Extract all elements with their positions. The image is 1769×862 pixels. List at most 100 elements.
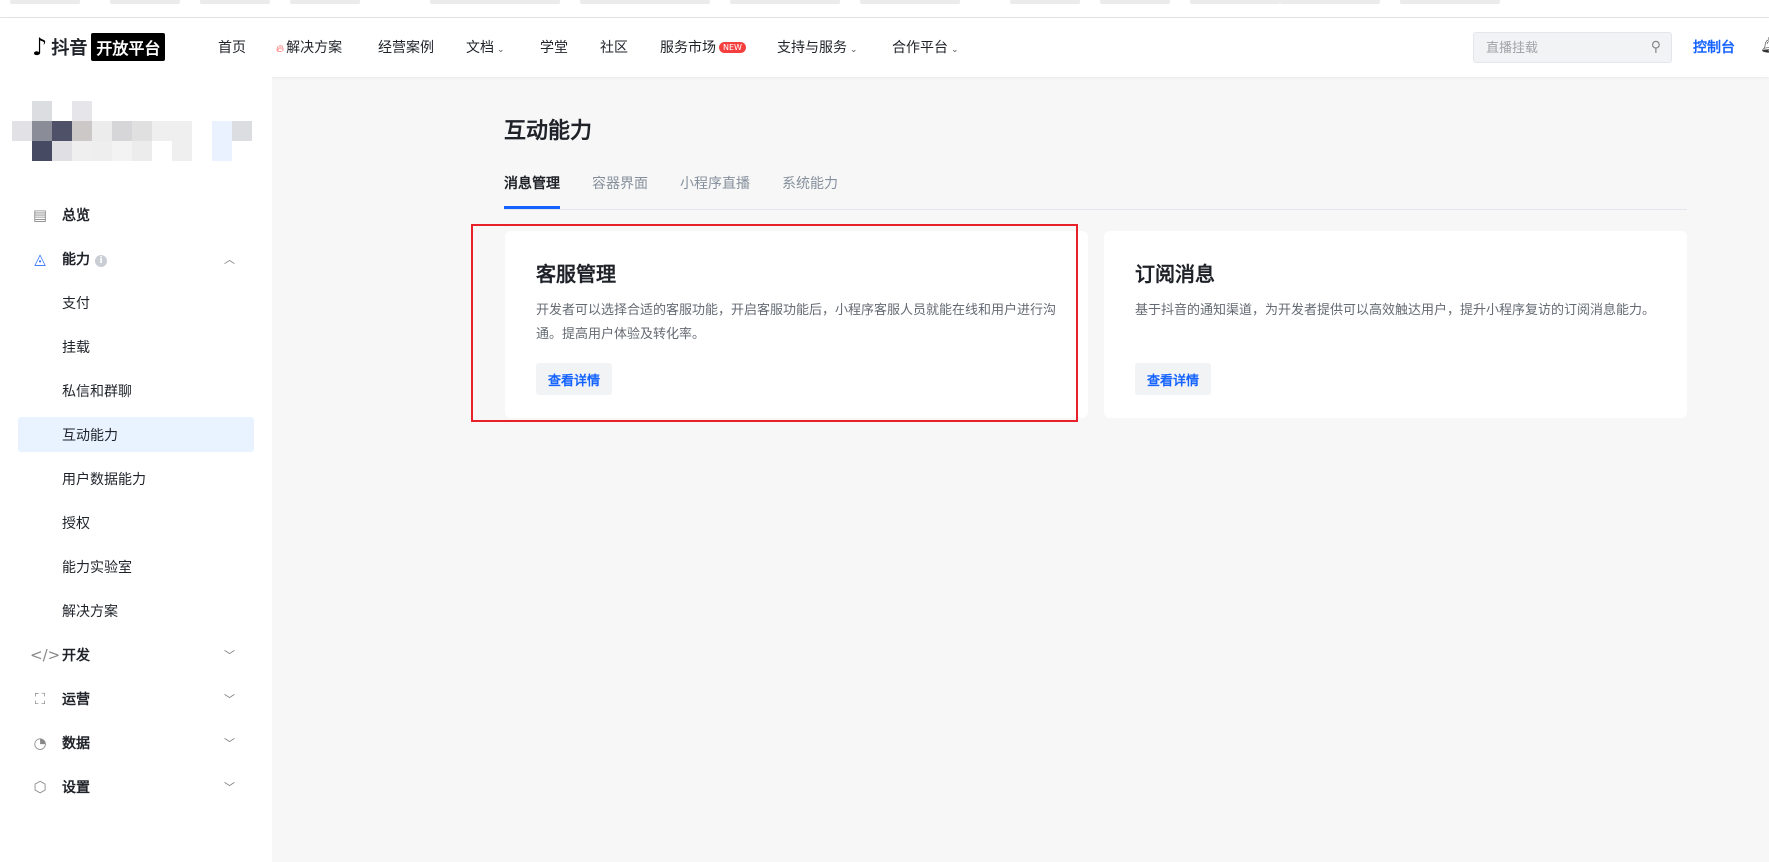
tab-container-ui[interactable]: 容器界面 bbox=[592, 173, 648, 193]
bookmark[interactable] bbox=[200, 0, 270, 4]
bookmark[interactable] bbox=[1100, 0, 1170, 4]
sidebar-item-messaging[interactable]: 私信和群聊 bbox=[18, 373, 254, 408]
search-icon[interactable]: ⚲ bbox=[1651, 39, 1661, 55]
nav-cases[interactable]: 经营案例 bbox=[378, 37, 434, 57]
logo-platform: 开放平台 bbox=[91, 33, 166, 61]
card-title: 订阅消息 bbox=[1135, 262, 1215, 286]
nav-market[interactable]: 服务市场 NEW bbox=[660, 37, 746, 57]
sidebar-item-solutions[interactable]: 解决方案 bbox=[18, 593, 254, 628]
sidebar-item-interaction[interactable]: 互动能力 bbox=[18, 417, 254, 452]
sidebar-item-operations[interactable]: ⛶ 运营 ﹀ bbox=[18, 681, 254, 716]
info-icon[interactable]: i bbox=[95, 254, 107, 267]
sidebar-item-label: 数据 bbox=[62, 735, 90, 752]
sidebar-item-label: 授权 bbox=[62, 515, 90, 532]
settings-icon: ⬡ bbox=[33, 777, 47, 796]
sidebar-item-label: 能力实验室 bbox=[62, 559, 132, 576]
top-header: ♪ 抖音 开放平台 首页 🔥︎ 解决方案 经营案例 文档 ⌄ 学堂 社区 服务市场 N… bbox=[0, 18, 1769, 77]
bell-icon[interactable]: 🔔︎ bbox=[1760, 35, 1769, 54]
tab-system-capability[interactable]: 系统能力 bbox=[782, 173, 838, 193]
card-title: 客服管理 bbox=[536, 262, 616, 286]
sidebar-item-authorization[interactable]: 授权 bbox=[18, 505, 254, 540]
card-description: 基于抖音的通知渠道，为开发者提供可以高效触达用户，提升小程序复访的订阅消息能力。 bbox=[1135, 303, 1656, 318]
sidebar-item-label: 运营 bbox=[62, 691, 90, 708]
console-link[interactable]: 控制台 bbox=[1693, 37, 1735, 57]
tab-bar: 消息管理 容器界面 小程序直播 系统能力 bbox=[504, 170, 1687, 210]
bookmark[interactable] bbox=[1190, 0, 1280, 4]
account-avatar-blurred bbox=[12, 101, 252, 161]
view-details-button[interactable]: 查看详情 bbox=[1135, 363, 1212, 395]
sidebar-item-payment[interactable]: 支付 bbox=[18, 285, 254, 320]
bookmark[interactable] bbox=[860, 0, 960, 4]
overview-icon: ▤ bbox=[32, 205, 48, 224]
nav-label: 学堂 bbox=[540, 40, 568, 56]
chevron-down-icon[interactable]: ﹀ bbox=[224, 647, 235, 663]
chevron-down-icon: ⌄ bbox=[497, 45, 505, 55]
nav-label: 支持与服务 bbox=[777, 40, 847, 56]
bookmark[interactable] bbox=[1280, 0, 1380, 4]
search-input[interactable] bbox=[1474, 33, 1634, 62]
nav-label: 经营案例 bbox=[378, 40, 434, 56]
bookmarks-bar bbox=[0, 0, 1769, 18]
sidebar-item-overview[interactable]: ▤ 总览 bbox=[18, 197, 254, 232]
sidebar: ▤ 总览 ◬ 能力 i ︿ 支付 挂载 私信和群聊 互动能力 用户数据能力 授权 能力实… bbox=[0, 77, 272, 862]
nav-label: 首页 bbox=[218, 40, 246, 56]
bookmark[interactable] bbox=[290, 0, 360, 4]
nav-community[interactable]: 社区 bbox=[600, 37, 628, 57]
chevron-down-icon[interactable]: ﹀ bbox=[224, 735, 235, 751]
nav-label: 服务市场 bbox=[660, 40, 716, 56]
sidebar-item-settings[interactable]: ⬡ 设置 ﹀ bbox=[18, 769, 254, 804]
bookmark[interactable] bbox=[10, 0, 80, 4]
page-title: 互动能力 bbox=[504, 119, 593, 144]
nav-support[interactable]: 支持与服务 ⌄ bbox=[777, 37, 858, 57]
bookmark[interactable] bbox=[110, 0, 180, 4]
nav-label: 解决方案 bbox=[286, 40, 343, 56]
sidebar-item-mount[interactable]: 挂载 bbox=[18, 329, 254, 364]
sidebar-item-label: 支付 bbox=[62, 295, 90, 312]
bookmark[interactable] bbox=[580, 0, 710, 4]
card-subscription-message: 订阅消息 基于抖音的通知渠道，为开发者提供可以高效触达用户，提升小程序复访的订阅… bbox=[1104, 231, 1687, 418]
nav-partner[interactable]: 合作平台 ⌄ bbox=[892, 37, 959, 57]
bookmark[interactable] bbox=[1400, 0, 1500, 4]
sidebar-item-label: 解决方案 bbox=[62, 603, 118, 620]
capability-icon: ◬ bbox=[34, 249, 46, 268]
pie-chart-icon: ◔ bbox=[33, 733, 47, 752]
chevron-up-icon[interactable]: ︿ bbox=[224, 251, 235, 267]
bookmark[interactable] bbox=[730, 0, 840, 4]
search-box: ⚲ bbox=[1473, 32, 1672, 63]
bookmark[interactable] bbox=[1010, 0, 1080, 4]
label-text: 能力 bbox=[62, 251, 90, 268]
card-customer-service: 客服管理 开发者可以选择合适的客服功能，开启客服功能后，小程序客服人员就能在线和… bbox=[505, 231, 1088, 418]
sidebar-item-label: 能力 i bbox=[62, 249, 107, 269]
view-details-button[interactable]: 查看详情 bbox=[536, 363, 613, 395]
nav-label: 社区 bbox=[600, 40, 628, 56]
bookmark[interactable] bbox=[430, 0, 560, 4]
fire-icon: 🔥︎ bbox=[276, 42, 285, 55]
sidebar-item-label: 私信和群聊 bbox=[62, 383, 132, 400]
nav-solutions[interactable]: 🔥︎ 解决方案 bbox=[276, 37, 342, 57]
sidebar-item-label: 设置 bbox=[62, 779, 90, 796]
chevron-down-icon[interactable]: ﹀ bbox=[224, 691, 235, 707]
sidebar-item-capability[interactable]: ◬ 能力 i ︿ bbox=[18, 241, 254, 276]
chevron-down-icon[interactable]: ﹀ bbox=[224, 779, 235, 795]
sidebar-item-lab[interactable]: 能力实验室 bbox=[18, 549, 254, 584]
chevron-down-icon: ⌄ bbox=[850, 45, 858, 55]
chevron-down-icon: ⌄ bbox=[951, 45, 959, 55]
sidebar-item-label: 挂载 bbox=[62, 339, 90, 356]
sidebar-item-develop[interactable]: </> 开发 ﹀ bbox=[18, 637, 254, 672]
code-icon: </> bbox=[30, 645, 61, 664]
nav-docs[interactable]: 文档 ⌄ bbox=[466, 37, 505, 57]
sidebar-item-label: 互动能力 bbox=[62, 427, 118, 444]
sidebar-item-user-data[interactable]: 用户数据能力 bbox=[18, 461, 254, 496]
nav-label: 文档 bbox=[466, 40, 494, 56]
logo[interactable]: ♪ 抖音 开放平台 bbox=[32, 33, 166, 61]
nav-label: 合作平台 bbox=[892, 40, 948, 56]
sidebar-item-data[interactable]: ◔ 数据 ﹀ bbox=[18, 725, 254, 760]
nav-academy[interactable]: 学堂 bbox=[540, 37, 568, 57]
tab-mini-program-live[interactable]: 小程序直播 bbox=[680, 173, 750, 193]
sidebar-item-label: 总览 bbox=[62, 207, 90, 224]
logo-brand: 抖音 bbox=[51, 38, 88, 59]
tab-message-management[interactable]: 消息管理 bbox=[504, 173, 560, 209]
sidebar-item-label: 开发 bbox=[62, 647, 90, 664]
nav-home[interactable]: 首页 bbox=[218, 37, 246, 57]
card-description: 开发者可以选择合适的客服功能，开启客服功能后，小程序客服人员就能在线和用户进行沟… bbox=[536, 303, 1057, 342]
